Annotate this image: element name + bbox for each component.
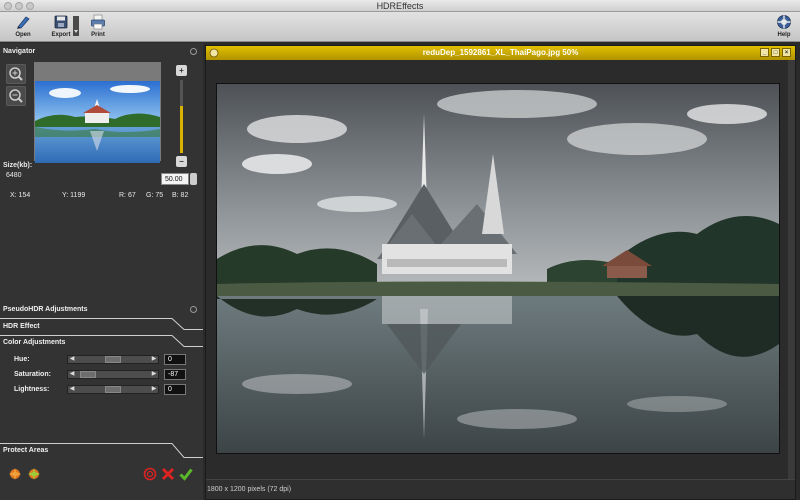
image-close-button[interactable]: × (782, 48, 791, 57)
toolbar: Open Export Print Help (0, 12, 800, 42)
lightness-right-arrow-icon[interactable]: ▶ (150, 386, 158, 393)
pen-icon (17, 16, 30, 29)
photo-canvas[interactable] (216, 83, 780, 454)
lifebuoy-icon (777, 15, 791, 29)
hue-left-arrow-icon[interactable]: ◀ (68, 356, 76, 363)
protect-brush-add-icon[interactable] (8, 467, 22, 481)
export-button[interactable]: Export (46, 14, 76, 38)
color-r: R: 67 (119, 192, 136, 199)
saturation-slider[interactable]: ◀ ▶ (67, 370, 159, 379)
image-maximize-button[interactable]: □ (771, 48, 780, 57)
image-dimensions: 1800 x 1200 pixels (72 dpi) (207, 486, 292, 493)
zoom-stepper[interactable] (190, 173, 197, 185)
image-status-bar: 1800 x 1200 pixels (72 dpi) (206, 479, 795, 499)
navigator-title: Navigator (3, 48, 36, 55)
zoom-slider-fill (180, 106, 183, 153)
zoom-in-button[interactable] (6, 64, 26, 84)
hue-label: Hue: (14, 356, 30, 363)
zoom-in-icon (9, 67, 23, 81)
thumbnail-image[interactable] (35, 81, 160, 163)
hue-right-arrow-icon[interactable]: ▶ (150, 356, 158, 363)
zoom-decrease-button[interactable]: − (176, 156, 187, 167)
saturation-left-arrow-icon[interactable]: ◀ (68, 371, 76, 378)
save-disk-icon (54, 15, 68, 29)
image-window-menu-icon[interactable] (209, 48, 219, 58)
saturation-value[interactable]: -87 (164, 369, 186, 380)
window-controls[interactable] (4, 2, 34, 10)
zoom-increase-button[interactable]: + (176, 65, 187, 76)
zoom-window-button[interactable] (26, 2, 34, 10)
cancel-icon[interactable] (161, 467, 175, 481)
coord-x: X: 154 (10, 192, 31, 199)
hdr-effect-header[interactable]: HDR Effect (0, 321, 180, 333)
hue-value[interactable]: 0 (164, 354, 186, 365)
image-window-titlebar[interactable]: reduDep_1592861_XL_ThaiPago.jpg 50% _ □ … (206, 46, 795, 60)
saturation-slider-knob[interactable] (80, 371, 96, 378)
apply-check-icon[interactable] (179, 467, 193, 481)
photo-image[interactable] (217, 84, 779, 453)
minimize-window-button[interactable] (15, 2, 23, 10)
lightness-value[interactable]: 0 (164, 384, 186, 395)
color-g: G: 75 (146, 192, 164, 199)
size-value: 6480 (6, 172, 22, 179)
color-adjustments-header[interactable]: Color Adjustments (0, 337, 180, 349)
help-label: Help (777, 32, 791, 38)
zoom-out-button[interactable] (6, 86, 26, 106)
navigator-thumbnail[interactable] (34, 62, 161, 163)
pseudohdr-title: PseudoHDR Adjustments (3, 306, 88, 313)
image-vertical-scrollbar[interactable] (788, 60, 795, 481)
zoom-out-icon (9, 89, 23, 103)
title-bar: HDREffects (0, 0, 800, 12)
export-label: Export (51, 32, 71, 38)
window-title: HDREffects (376, 1, 424, 11)
protect-brush-remove-icon[interactable] (27, 467, 41, 481)
image-minimize-button[interactable]: _ (760, 48, 769, 57)
hue-slider-knob[interactable] (105, 356, 121, 363)
saturation-right-arrow-icon[interactable]: ▶ (150, 371, 158, 378)
image-window-title: reduDep_1592861_XL_ThaiPago.jpg 50% (422, 48, 579, 57)
pseudohdr-header[interactable]: PseudoHDR Adjustments (0, 304, 203, 316)
hdr-effect-title: HDR Effect (3, 323, 40, 330)
lightness-slider[interactable]: ◀ ▶ (67, 385, 159, 394)
lightness-left-arrow-icon[interactable]: ◀ (68, 386, 76, 393)
image-window: reduDep_1592861_XL_ThaiPago.jpg 50% _ □ … (205, 45, 796, 500)
coord-y: Y: 1199 (62, 192, 86, 199)
image-window-buttons: _ □ × (760, 48, 791, 57)
navigator-header[interactable]: Navigator (0, 46, 203, 58)
lightness-slider-knob[interactable] (105, 386, 121, 393)
help-button[interactable]: Help (769, 14, 799, 38)
export-dropdown-icon[interactable] (73, 16, 79, 36)
open-label: Open (15, 32, 31, 38)
color-adjustments-title: Color Adjustments (3, 339, 66, 346)
size-label: Size(kb): (3, 162, 33, 169)
lightness-label: Lightness: (14, 386, 50, 393)
open-button[interactable]: Open (8, 14, 38, 38)
zoom-input[interactable]: 50.00 (161, 173, 189, 185)
close-window-button[interactable] (4, 2, 12, 10)
protect-areas-divider (0, 443, 203, 458)
hue-slider[interactable]: ◀ ▶ (67, 355, 159, 364)
reset-icon[interactable] (143, 467, 157, 481)
print-button[interactable]: Print (83, 14, 113, 38)
saturation-label: Saturation: (14, 371, 51, 378)
print-label: Print (91, 32, 105, 38)
color-b: B: 82 (172, 192, 189, 199)
pseudohdr-options-icon[interactable] (190, 306, 197, 313)
printer-icon (91, 14, 105, 30)
navigator-options-icon[interactable] (190, 48, 197, 55)
left-panel: Navigator + − 50.00 Size(kb): 6480 X: 15… (0, 43, 203, 500)
